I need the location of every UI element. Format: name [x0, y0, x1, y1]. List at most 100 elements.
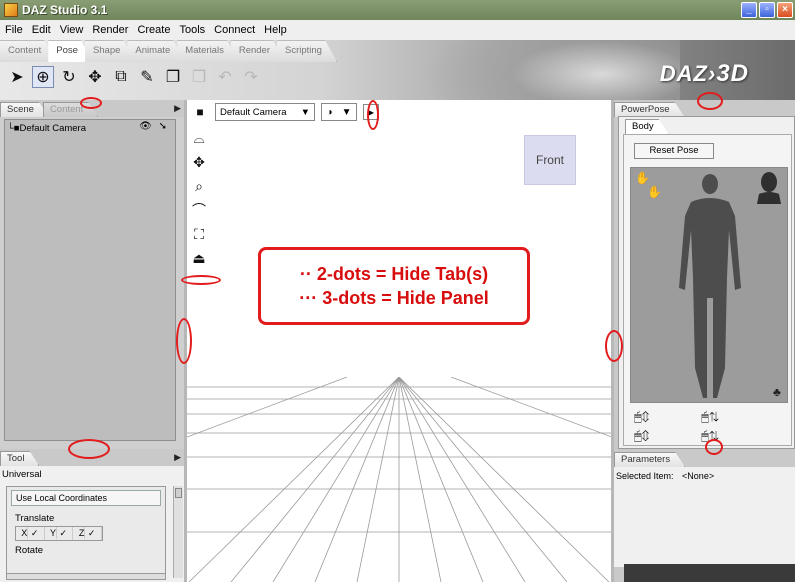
- room-tabs: Content Pose Shape Animate Materials Ren…: [0, 40, 329, 62]
- annotation-ring-vp-toolbar: [367, 100, 379, 130]
- close-button[interactable]: ×: [777, 2, 793, 18]
- main-toolbar: ➤ ⊕ ↻ ✥ ⧉ ✎ ❐ ❐ ↶ ↷: [6, 66, 262, 88]
- viewport-nav-tools: ⌓ ✥ ⌕ ⌒ ⛶ ⏏: [189, 128, 211, 268]
- copy-icon[interactable]: ❐: [162, 66, 184, 88]
- menu-render[interactable]: Render: [91, 24, 129, 36]
- body-figure-area[interactable]: ✋ ✋ ♣: [630, 167, 788, 403]
- translate-label: Translate: [15, 513, 55, 524]
- reset-pose-button[interactable]: Reset Pose: [634, 143, 714, 159]
- left-panel: Scene Content ▶ └■ Default Camera 👁 ➘ To…: [0, 100, 185, 582]
- list-item[interactable]: └■ Default Camera 👁 ➘: [5, 120, 175, 136]
- chevron-down-icon: ▼: [300, 106, 310, 118]
- orbit-icon[interactable]: ⌓: [189, 128, 209, 148]
- title-bar: DAZ Studio 3.1 _ ▫ ×: [0, 0, 795, 20]
- menu-help[interactable]: Help: [263, 24, 288, 36]
- viewport[interactable]: ■ Default Camera ▼ ◑ ▼ ▶ ⌓ ✥ ⌕ ⌒ ⛶ ⏏ Fro…: [187, 100, 612, 582]
- menu-edit[interactable]: Edit: [31, 24, 52, 36]
- room-ribbon: DAZ›3D Content Pose Shape Animate Materi…: [0, 40, 795, 100]
- select-arrow-icon[interactable]: ➤: [6, 66, 28, 88]
- app-icon: [4, 3, 18, 17]
- mouse-rotate-icon[interactable]: 🖱⇅: [701, 409, 719, 425]
- logo-daz: DAZ: [659, 61, 708, 86]
- annotation-ring-nav-tools: [181, 275, 221, 285]
- tab-content[interactable]: Content: [0, 40, 56, 62]
- right-panel: PowerPose Body Reset Pose ✋ ✋ ♣ 🖱⇕ 🖱⇅ 🖱⇕…: [614, 100, 795, 582]
- draw-style-select[interactable]: ◑ ▼: [321, 103, 357, 121]
- rotate-tool-icon[interactable]: ↻: [58, 66, 80, 88]
- joint-editor-icon[interactable]: ✎: [136, 66, 158, 88]
- camera-icon: ■: [196, 105, 204, 119]
- menu-tools[interactable]: Tools: [178, 24, 206, 36]
- paste-icon: ❐: [191, 69, 207, 86]
- annotation-ring-left-splitter: [176, 318, 192, 364]
- tab-render[interactable]: Render: [231, 40, 285, 62]
- menu-view[interactable]: View: [59, 24, 85, 36]
- universal-tool-icon[interactable]: ⊕: [32, 66, 54, 88]
- tool-mode-label: Universal: [2, 469, 42, 480]
- translate-view-icon[interactable]: ✥: [189, 152, 209, 172]
- ground-grid: [187, 377, 612, 582]
- axis-y-label: Y: [49, 527, 57, 539]
- tool-panel-body: Universal Use Local Coordinates Translat…: [0, 466, 185, 582]
- camera-icon: └■: [7, 122, 20, 134]
- move-tool-icon[interactable]: ✥: [84, 66, 106, 88]
- scale-tool-icon[interactable]: ⧉: [110, 66, 132, 88]
- undo-icon: ↶: [218, 69, 232, 86]
- panel-menu-arrow-icon[interactable]: ▶: [174, 103, 181, 114]
- translate-axes: X ✓ Y ✓ Z ✓: [15, 526, 103, 541]
- tab-scene[interactable]: Scene: [0, 102, 49, 117]
- maximize-button[interactable]: ▫: [759, 2, 775, 18]
- camera-select-value: Default Camera: [220, 106, 287, 118]
- callout-line-1: ·· 2-dots = Hide Tab(s): [299, 263, 489, 284]
- tool-panel-arrow-icon[interactable]: ▶: [174, 452, 181, 463]
- tool-options: Use Local Coordinates Translate X ✓ Y ✓ …: [6, 486, 166, 578]
- tab-body[interactable]: Body: [625, 119, 669, 134]
- zoom-icon[interactable]: ⌕: [189, 176, 209, 196]
- tab-animate[interactable]: Animate: [127, 40, 185, 62]
- home-view-icon[interactable]: ⏏: [189, 248, 209, 268]
- tab-scripting[interactable]: Scripting: [277, 40, 337, 62]
- scroll-thumb[interactable]: [175, 488, 182, 498]
- sphere-shading-icon: ◑: [326, 106, 333, 118]
- mouse-controls-row-1: 🖱⇕ 🖱⇅: [634, 409, 719, 425]
- menu-bar: File Edit View Render Create Tools Conne…: [0, 20, 795, 40]
- menu-file[interactable]: File: [4, 24, 24, 36]
- menu-connect[interactable]: Connect: [213, 24, 256, 36]
- scene-list: └■ Default Camera 👁 ➘: [4, 119, 176, 441]
- visibility-select-icons[interactable]: 👁 ➘: [139, 121, 169, 132]
- menu-create[interactable]: Create: [136, 24, 171, 36]
- use-local-coordinates-toggle[interactable]: Use Local Coordinates: [11, 490, 161, 506]
- svg-text:✋: ✋: [647, 185, 662, 199]
- svg-text:♣: ♣: [773, 385, 781, 399]
- selected-item-label: Selected Item:: [616, 471, 674, 481]
- minimize-button[interactable]: _: [741, 2, 757, 18]
- annotation-ring-parameters-tab: [705, 439, 723, 455]
- callout-line-2: ··· 3-dots = Hide Panel: [299, 287, 489, 308]
- tool-horizontal-scrollbar[interactable]: [6, 573, 166, 580]
- bank-icon[interactable]: ⌒: [189, 200, 209, 220]
- body-silhouette-icon: ✋ ✋ ♣: [635, 171, 781, 399]
- mouse-updown-icon-2[interactable]: 🖱⇕: [634, 428, 649, 444]
- window-title: DAZ Studio 3.1: [22, 3, 108, 17]
- rotate-label: Rotate: [15, 545, 43, 556]
- annotation-ring-right-splitter: [605, 330, 623, 362]
- tab-materials[interactable]: Materials: [177, 40, 239, 62]
- axis-y-toggle[interactable]: Y ✓: [45, 527, 74, 540]
- parameters-tabs: Parameters: [614, 450, 795, 467]
- tab-tool[interactable]: Tool: [0, 451, 39, 466]
- window-controls: _ ▫ ×: [741, 2, 793, 18]
- powerpose-inner: Reset Pose ✋ ✋ ♣ 🖱⇕ 🖱⇅ 🖱⇕ 🖱⇅: [623, 134, 792, 446]
- axis-x-toggle[interactable]: X ✓: [16, 527, 45, 540]
- axis-x-label: X: [21, 527, 29, 539]
- tab-parameters[interactable]: Parameters: [614, 452, 685, 467]
- axis-z-toggle[interactable]: Z ✓: [73, 527, 103, 540]
- tool-vertical-scrollbar[interactable]: [173, 486, 183, 578]
- annotation-ring-scene-tabs: [80, 97, 102, 109]
- camera-select[interactable]: Default Camera ▼: [215, 103, 315, 121]
- frame-icon[interactable]: ⛶: [189, 224, 209, 244]
- mouse-updown-icon[interactable]: 🖱⇕: [634, 409, 649, 425]
- tab-powerpose[interactable]: PowerPose: [614, 102, 685, 117]
- annotation-callout: ·· 2-dots = Hide Tab(s) ··· 3-dots = Hid…: [258, 247, 530, 325]
- view-cube-front[interactable]: Front: [524, 135, 576, 185]
- annotation-ring-powerpose-tab: [697, 92, 723, 110]
